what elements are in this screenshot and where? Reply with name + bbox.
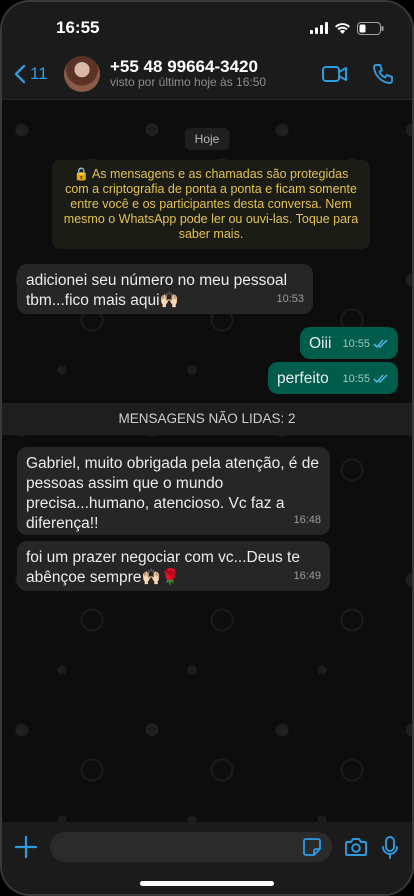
- chat-header: 11 +55 48 99664-3420 visto por último ho…: [2, 48, 412, 100]
- wifi-icon: [335, 23, 350, 34]
- header-actions: [322, 63, 394, 85]
- contact-avatar[interactable]: [64, 55, 100, 92]
- phone-screen: 16:55 11 +55 48 99664-3420 visto por últ…: [0, 0, 414, 896]
- date-separator: Hoje: [184, 128, 230, 150]
- message-outgoing[interactable]: perfeito 10:55: [268, 362, 398, 394]
- message-time: 10:55: [342, 338, 370, 350]
- message-text: Gabriel, muito obrigada pela atenção, é …: [26, 455, 319, 532]
- message-incoming[interactable]: adicionei seu número no meu pessoal tbm.…: [17, 264, 313, 314]
- chevron-left-icon: [14, 64, 26, 83]
- status-bar: 16:55: [2, 2, 412, 48]
- encryption-notice[interactable]: 🔒 As mensagens e as chamadas são protegi…: [52, 160, 370, 249]
- message-meta: 10:53: [276, 289, 304, 309]
- double-check-icon: [373, 339, 388, 349]
- message-meta: 10:55: [342, 369, 389, 389]
- home-indicator[interactable]: [140, 881, 274, 886]
- battery-icon: [357, 21, 384, 35]
- signal-icon: [310, 22, 328, 34]
- message-time: 16:48: [293, 514, 321, 526]
- contact-last-seen: visto por último hoje às 16:50: [110, 75, 267, 90]
- status-time: 16:55: [56, 18, 100, 37]
- chat-area[interactable]: Hoje 🔒 As mensagens e as chamadas são pr…: [2, 100, 412, 822]
- unread-messages-banner: MENSAGENS NÃO LIDAS: 2: [2, 403, 412, 435]
- message-incoming[interactable]: foi um prazer negociar com vc...Deus te …: [17, 541, 330, 591]
- message-meta: 16:49: [293, 566, 321, 586]
- sticker-icon[interactable]: [302, 837, 322, 857]
- message-composer: [2, 822, 412, 894]
- contact-name: +55 48 99664-3420: [110, 56, 258, 76]
- message-outgoing[interactable]: Oiii 10:55: [300, 327, 398, 359]
- camera-icon[interactable]: [344, 832, 368, 862]
- back-button[interactable]: 11: [14, 64, 64, 84]
- message-time: 16:49: [293, 570, 321, 582]
- message-incoming[interactable]: Gabriel, muito obrigada pela atenção, é …: [17, 447, 330, 535]
- message-time: 10:55: [342, 373, 370, 385]
- unread-chats-count: 11: [30, 63, 48, 83]
- phone-call-icon[interactable]: [372, 63, 394, 85]
- message-text: Oiii: [309, 335, 332, 352]
- contact-info[interactable]: +55 48 99664-3420 visto por último hoje …: [110, 57, 322, 90]
- double-check-icon: [373, 374, 388, 384]
- message-text: foi um prazer negociar com vc...Deus te …: [26, 549, 300, 586]
- message-text: adicionei seu número no meu pessoal tbm.…: [26, 272, 288, 309]
- microphone-icon[interactable]: [380, 832, 400, 862]
- message-input[interactable]: [50, 832, 332, 862]
- video-call-icon[interactable]: [322, 65, 348, 83]
- message-text: perfeito: [277, 370, 329, 387]
- status-icons: [310, 21, 384, 35]
- message-meta: 16:48: [293, 510, 321, 530]
- message-meta: 10:55: [342, 334, 389, 354]
- plus-icon[interactable]: [14, 832, 38, 862]
- message-time: 10:53: [276, 293, 304, 305]
